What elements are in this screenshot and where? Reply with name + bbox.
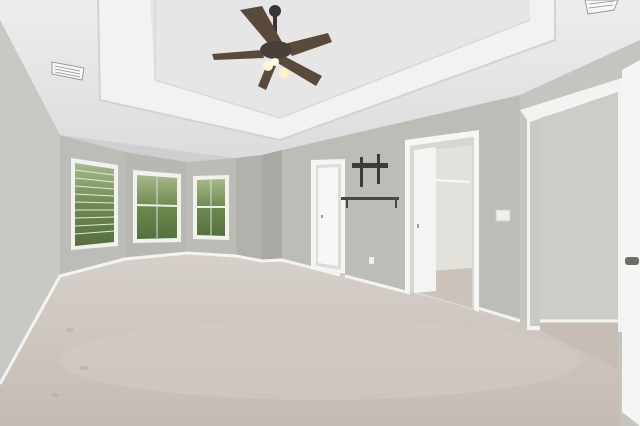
hall-doorway	[311, 159, 345, 274]
empty-bedroom-photo	[0, 0, 640, 426]
fan-motor	[260, 41, 292, 59]
walk-in-closet	[405, 130, 479, 312]
light-switch	[495, 209, 511, 222]
fan-light	[271, 58, 279, 66]
bay-window-left	[71, 158, 118, 250]
door-handle	[625, 257, 639, 265]
bay-corner-wall	[236, 155, 262, 260]
bay-window-center	[133, 170, 181, 243]
bay-window-right	[193, 175, 229, 240]
bathroom-door	[622, 60, 640, 426]
room-illustration	[0, 0, 640, 426]
wall-outlet	[369, 257, 374, 264]
fan-light	[279, 68, 289, 78]
closet-door	[414, 147, 436, 293]
